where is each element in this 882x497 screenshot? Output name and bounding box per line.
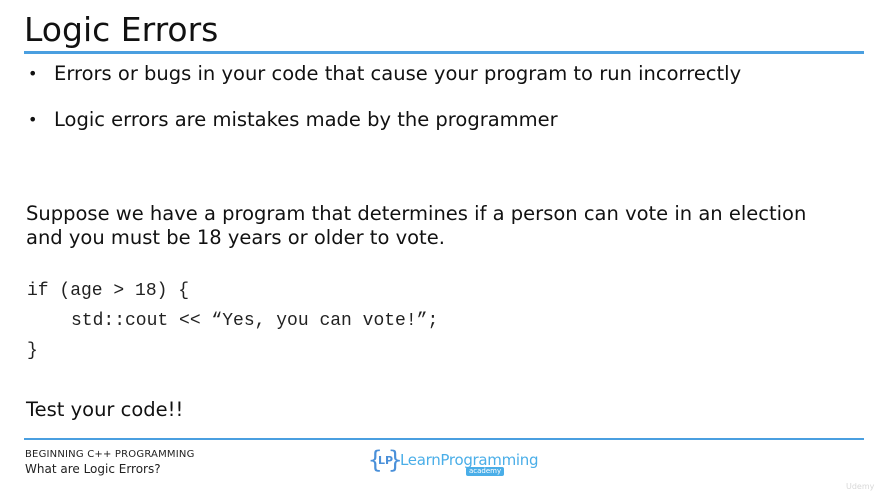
title-divider bbox=[24, 51, 864, 54]
lecture-title: What are Logic Errors? bbox=[25, 462, 161, 476]
bullet-list: • Errors or bugs in your code that cause… bbox=[24, 60, 741, 134]
course-title: BEGINNING C++ PROGRAMMING bbox=[25, 449, 195, 460]
learnprogramming-logo: { LP } LearnProgramming academy bbox=[368, 446, 539, 478]
scenario-paragraph: Suppose we have a program that determine… bbox=[26, 202, 806, 250]
bullet-dot-icon: • bbox=[28, 110, 38, 129]
code-line: std::cout << “Yes, you can vote!”; bbox=[71, 311, 439, 331]
closing-text: Test your code!! bbox=[26, 398, 184, 421]
footer-divider bbox=[24, 438, 864, 440]
bullet-item: • Errors or bugs in your code that cause… bbox=[24, 60, 741, 88]
bullet-item: • Logic errors are mistakes made by the … bbox=[24, 106, 741, 134]
code-line: } bbox=[27, 341, 38, 361]
code-block: if (age > 18) {std::cout << “Yes, you ca… bbox=[27, 276, 438, 366]
logo-tagline: academy bbox=[466, 467, 505, 476]
slide-title: Logic Errors bbox=[24, 10, 219, 49]
bullet-text: Logic errors are mistakes made by the pr… bbox=[54, 108, 558, 131]
bullet-dot-icon: • bbox=[28, 64, 38, 83]
code-line: if (age > 18) { bbox=[27, 281, 190, 301]
scenario-line: and you must be 18 years or older to vot… bbox=[26, 226, 445, 249]
udemy-watermark: Udemy bbox=[846, 482, 875, 491]
slide: Logic Errors • Errors or bugs in your co… bbox=[0, 0, 882, 497]
scenario-line: Suppose we have a program that determine… bbox=[26, 202, 807, 225]
bullet-text: Errors or bugs in your code that cause y… bbox=[54, 62, 742, 85]
